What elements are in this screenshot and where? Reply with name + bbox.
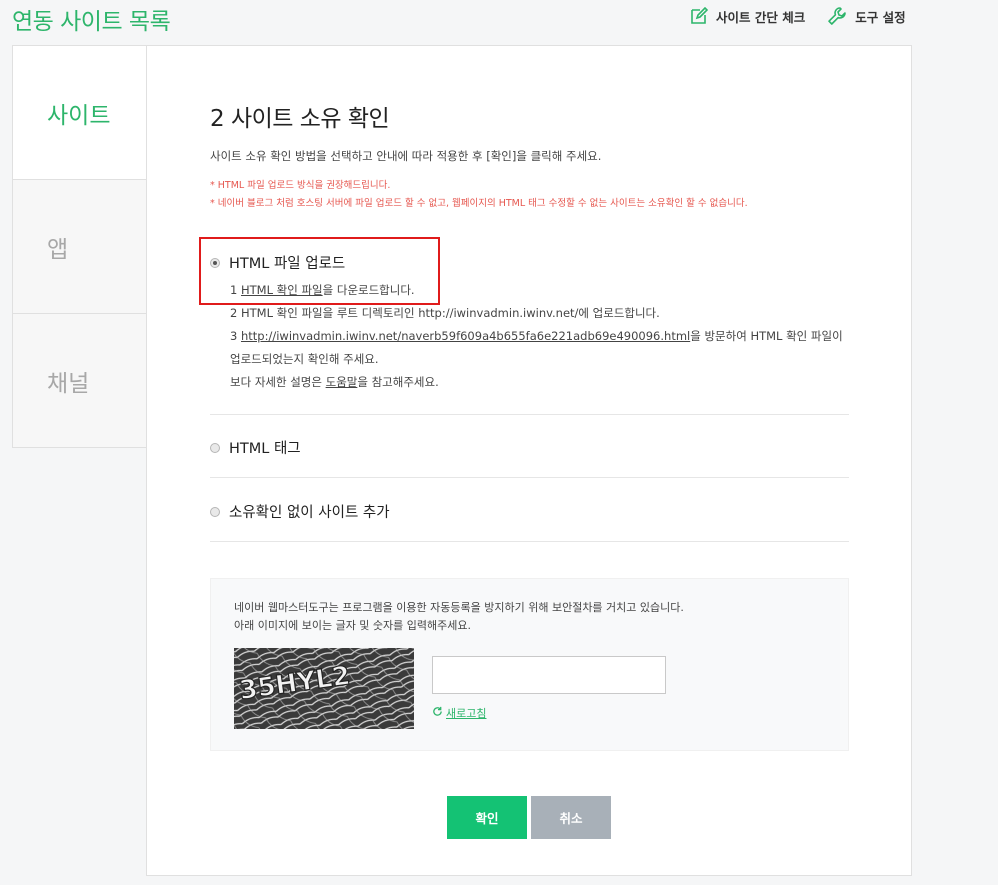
page-title: 연동 사이트 목록 bbox=[12, 9, 171, 35]
site-check-label: 사이트 간단 체크 bbox=[716, 9, 806, 25]
tab-app[interactable]: 앱 bbox=[13, 180, 147, 314]
option-label: 소유확인 없이 사이트 추가 bbox=[229, 505, 390, 521]
captcha-line-1: 네이버 웹마스터도구는 프로그램을 이용한 자동등록을 방지하기 위해 보안절차… bbox=[234, 601, 684, 614]
main-panel: 2 사이트 소유 확인 사이트 소유 확인 방법을 선택하고 안내에 따라 적용… bbox=[146, 45, 912, 876]
step-help-prefix: 보다 자세한 설명은 bbox=[230, 375, 326, 389]
step-help: 보다 자세한 설명은 도움말을 참고해주세요. bbox=[230, 371, 439, 394]
radio-html-file[interactable] bbox=[210, 257, 220, 268]
captcha-image: 35HYL2 bbox=[234, 648, 414, 729]
step-2: 2 HTML 확인 파일을 루트 디렉토리인 http://iwinvadmin… bbox=[230, 306, 660, 320]
note-limitation: * 네이버 블로그 처럼 호스팅 서버에 파일 업로드 할 수 없고, 웹페이지… bbox=[210, 198, 748, 209]
step-help-suffix: 을 참고해주세요. bbox=[357, 375, 439, 389]
captcha-line-2: 아래 이미지에 보이는 글자 및 숫자를 입력해주세요. bbox=[234, 619, 471, 632]
divider bbox=[210, 541, 849, 542]
option-label: HTML 태그 bbox=[229, 441, 301, 457]
divider bbox=[210, 477, 849, 478]
option-label: HTML 파일 업로드 bbox=[229, 256, 346, 272]
divider bbox=[210, 414, 849, 415]
captcha-description: 네이버 웹마스터도구는 프로그램을 이용한 자동등록을 방지하기 위해 보안절차… bbox=[234, 599, 684, 635]
edit-icon bbox=[690, 7, 708, 25]
step-1: 1 HTML 확인 파일을 다운로드합니다. bbox=[230, 279, 415, 302]
step-1-prefix: 1 bbox=[230, 283, 241, 297]
description: 사이트 소유 확인 방법을 선택하고 안내에 따라 적용한 후 [확인]을 클릭… bbox=[210, 149, 602, 163]
radio-no-verify[interactable] bbox=[210, 506, 220, 517]
refresh-label: 새로고침 bbox=[446, 707, 487, 720]
tab-site[interactable]: 사이트 bbox=[13, 46, 147, 180]
captcha-box: 네이버 웹마스터도구는 프로그램을 이용한 자동등록을 방지하기 위해 보안절차… bbox=[210, 578, 849, 751]
html-file-download-link[interactable]: HTML 확인 파일 bbox=[241, 283, 323, 297]
option-html-tag[interactable]: HTML 태그 bbox=[210, 437, 301, 458]
header-tools: 사이트 간단 체크 도구 설정 bbox=[690, 6, 906, 26]
captcha-input[interactable] bbox=[432, 656, 666, 694]
verification-url-link[interactable]: http://iwinvadmin.iwinv.net/naverb59f609… bbox=[241, 329, 690, 343]
option-add-without-verify[interactable]: 소유확인 없이 사이트 추가 bbox=[210, 501, 390, 522]
step-1-suffix: 을 다운로드합니다. bbox=[322, 283, 415, 297]
cancel-button[interactable]: 취소 bbox=[531, 796, 611, 839]
refresh-captcha-button[interactable]: 새로고침 bbox=[432, 705, 486, 721]
step-3: 3 http://iwinvadmin.iwinv.net/naverb59f6… bbox=[230, 325, 850, 371]
site-check-button[interactable]: 사이트 간단 체크 bbox=[690, 6, 805, 26]
step-3-prefix: 3 bbox=[230, 329, 241, 343]
tool-settings-button[interactable]: 도구 설정 bbox=[827, 6, 906, 26]
section-title: 2 사이트 소유 확인 bbox=[210, 106, 390, 132]
wrench-icon bbox=[827, 6, 847, 26]
radio-html-tag[interactable] bbox=[210, 442, 220, 453]
side-tabs: 사이트 앱 채널 bbox=[12, 45, 147, 448]
tool-settings-label: 도구 설정 bbox=[855, 9, 906, 25]
confirm-button[interactable]: 확인 bbox=[447, 796, 527, 839]
option-html-file-upload[interactable]: HTML 파일 업로드 bbox=[210, 252, 345, 273]
refresh-icon bbox=[432, 706, 443, 720]
help-link[interactable]: 도움말 bbox=[326, 375, 358, 389]
tab-channel[interactable]: 채널 bbox=[13, 314, 147, 448]
note-recommend: * HTML 파일 업로드 방식을 권장해드립니다. bbox=[210, 180, 391, 191]
